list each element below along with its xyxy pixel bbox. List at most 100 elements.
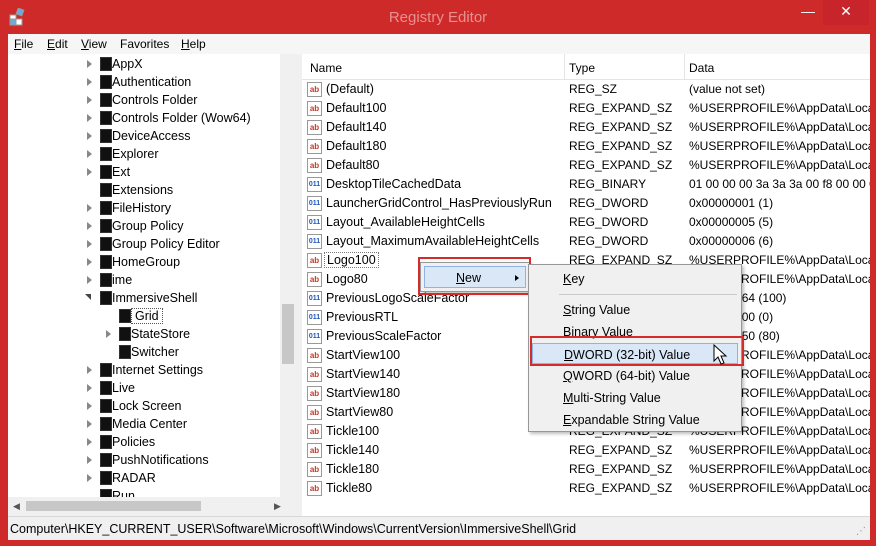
submenu-item[interactable]: QWORD (64-bit) Value: [532, 365, 738, 386]
tree-item[interactable]: FileHistory: [8, 199, 280, 217]
tree-item[interactable]: Controls Folder (Wow64): [8, 109, 280, 127]
value-row[interactable]: ab Tickle80 REG_EXPAND_SZ %USERPROFILE%\App…: [302, 479, 870, 498]
collapsed-arrow-icon[interactable]: [87, 402, 92, 410]
binary-value-icon: 011: [307, 329, 322, 344]
tree-item[interactable]: Explorer: [8, 145, 280, 163]
tree-item[interactable]: StateStore: [8, 325, 280, 343]
tree-scroll-thumb[interactable]: [282, 304, 294, 364]
value-name: Logo100: [324, 252, 379, 268]
collapsed-arrow-icon[interactable]: [87, 456, 92, 464]
collapsed-arrow-icon[interactable]: [87, 96, 92, 104]
value-row[interactable]: ab Tickle180 REG_EXPAND_SZ %USERPROFILE%\Ap…: [302, 460, 870, 479]
menu-help[interactable]: Help: [181, 37, 206, 51]
minimize-button[interactable]: —: [795, 0, 821, 25]
scroll-left-icon[interactable]: ◀: [13, 501, 20, 512]
value-row[interactable]: 011 Layout_AvailableHeightCells REG_DWORD 0…: [302, 213, 870, 232]
collapsed-arrow-icon[interactable]: [87, 114, 92, 122]
title-bar[interactable]: Registry Editor — ✕: [0, 0, 876, 34]
expanded-arrow-icon[interactable]: [85, 294, 91, 300]
collapsed-arrow-icon[interactable]: [87, 276, 92, 284]
value-row[interactable]: ab Default100 REG_EXPAND_SZ %USERPROFILE%\A…: [302, 99, 870, 118]
value-row[interactable]: ab Default140 REG_EXPAND_SZ %USERPROFILE%\A…: [302, 118, 870, 137]
collapsed-arrow-icon[interactable]: [87, 366, 92, 374]
collapsed-arrow-icon[interactable]: [87, 60, 92, 68]
value-row[interactable]: 011 Layout_MaximumAvailableHeightCells REG…: [302, 232, 870, 251]
value-name: Default180: [326, 139, 387, 153]
collapsed-arrow-icon[interactable]: [87, 420, 92, 428]
submenu-item[interactable]: Expandable String Value: [532, 409, 738, 430]
collapsed-arrow-icon[interactable]: [87, 384, 92, 392]
tree-item[interactable]: PushNotifications: [8, 451, 280, 469]
value-data: 0x00000006 (6): [689, 234, 774, 248]
tree-item[interactable]: Lock Screen: [8, 397, 280, 415]
scroll-right-icon[interactable]: ▶: [274, 501, 281, 512]
status-bar: Computer\HKEY_CURRENT_USER\Software\Micr…: [8, 516, 870, 540]
column-divider[interactable]: [684, 54, 685, 80]
collapsed-arrow-icon[interactable]: [87, 78, 92, 86]
tree-item[interactable]: HomeGroup: [8, 253, 280, 271]
tree-item[interactable]: ime: [8, 271, 280, 289]
column-divider[interactable]: [564, 54, 565, 80]
value-row[interactable]: ab Default180 REG_EXPAND_SZ %USERPROFILE%\A…: [302, 137, 870, 156]
tree-item[interactable]: ImmersiveShell: [8, 289, 280, 307]
collapsed-arrow-icon[interactable]: [87, 168, 92, 176]
tree-vertical-scrollbar[interactable]: [280, 54, 296, 497]
binary-value-icon: 011: [307, 177, 322, 192]
tree-item[interactable]: Controls Folder: [8, 91, 280, 109]
submenu-item[interactable]: Key: [532, 268, 738, 289]
column-type[interactable]: Type: [569, 61, 595, 75]
folder-icon: [100, 237, 112, 251]
tree-item[interactable]: Live: [8, 379, 280, 397]
tree-item[interactable]: Policies: [8, 433, 280, 451]
value-row[interactable]: 011 DesktopTileCachedData REG_BINARY 01 00 …: [302, 175, 870, 194]
tree-item[interactable]: AppX: [8, 55, 280, 73]
value-name: DesktopTileCachedData: [326, 177, 462, 191]
close-button[interactable]: ✕: [823, 0, 869, 25]
binary-value-icon: 011: [307, 310, 322, 325]
value-name: Layout_AvailableHeightCells: [326, 215, 485, 229]
value-type: REG_SZ: [569, 82, 618, 96]
value-data: %USERPROFILE%\AppData\Local\: [689, 139, 870, 153]
collapsed-arrow-icon[interactable]: [87, 204, 92, 212]
menu-view[interactable]: View: [81, 37, 107, 51]
menu-favorites[interactable]: Favorites: [120, 37, 169, 51]
collapsed-arrow-icon[interactable]: [87, 474, 92, 482]
column-data[interactable]: Data: [689, 61, 714, 75]
value-data: %USERPROFILE%\AppData\Local\: [689, 443, 870, 457]
submenu-item[interactable]: Multi-String Value: [532, 387, 738, 408]
column-name[interactable]: Name: [310, 61, 342, 75]
collapsed-arrow-icon[interactable]: [87, 438, 92, 446]
value-row[interactable]: ab Default80 REG_EXPAND_SZ %USERPROFILE%\Ap…: [302, 156, 870, 175]
tree-item[interactable]: Media Center: [8, 415, 280, 433]
collapsed-arrow-icon[interactable]: [87, 222, 92, 230]
tree-item[interactable]: Internet Settings: [8, 361, 280, 379]
collapsed-arrow-icon[interactable]: [87, 132, 92, 140]
tree-item[interactable]: Extensions: [8, 181, 280, 199]
value-row[interactable]: ab Tickle140 REG_EXPAND_SZ %USERPROFILE%\Ap…: [302, 441, 870, 460]
menu-edit[interactable]: Edit: [47, 37, 68, 51]
tree-item[interactable]: DeviceAccess: [8, 127, 280, 145]
folder-icon: [100, 183, 112, 197]
collapsed-arrow-icon[interactable]: [106, 330, 111, 338]
value-row[interactable]: ab (Default) REG_SZ (value not set): [302, 80, 870, 99]
collapsed-arrow-icon[interactable]: [87, 240, 92, 248]
submenu-item[interactable]: String Value: [532, 299, 738, 320]
tree-item[interactable]: Run: [8, 487, 280, 497]
resize-grip-icon[interactable]: ⋰: [856, 526, 868, 538]
value-row[interactable]: 011 LauncherGridControl_HasPreviouslyRun R…: [302, 194, 870, 213]
tree-hscroll-thumb[interactable]: [26, 501, 201, 511]
value-name: Tickle80: [326, 481, 373, 495]
collapsed-arrow-icon[interactable]: [87, 150, 92, 158]
tree-item[interactable]: Switcher: [8, 343, 280, 361]
tree-item[interactable]: Ext: [8, 163, 280, 181]
tree-item[interactable]: RADAR: [8, 469, 280, 487]
tree-item[interactable]: Grid: [8, 307, 280, 325]
tree-item[interactable]: Authentication: [8, 73, 280, 91]
collapsed-arrow-icon[interactable]: [87, 258, 92, 266]
tree-item[interactable]: Group Policy Editor: [8, 235, 280, 253]
tree-horizontal-scrollbar[interactable]: ◀ ▶: [8, 497, 296, 516]
value-type: REG_EXPAND_SZ: [569, 462, 673, 476]
menu-file[interactable]: File: [14, 37, 33, 51]
tree-item[interactable]: Group Policy: [8, 217, 280, 235]
value-name: Tickle100: [326, 424, 380, 438]
